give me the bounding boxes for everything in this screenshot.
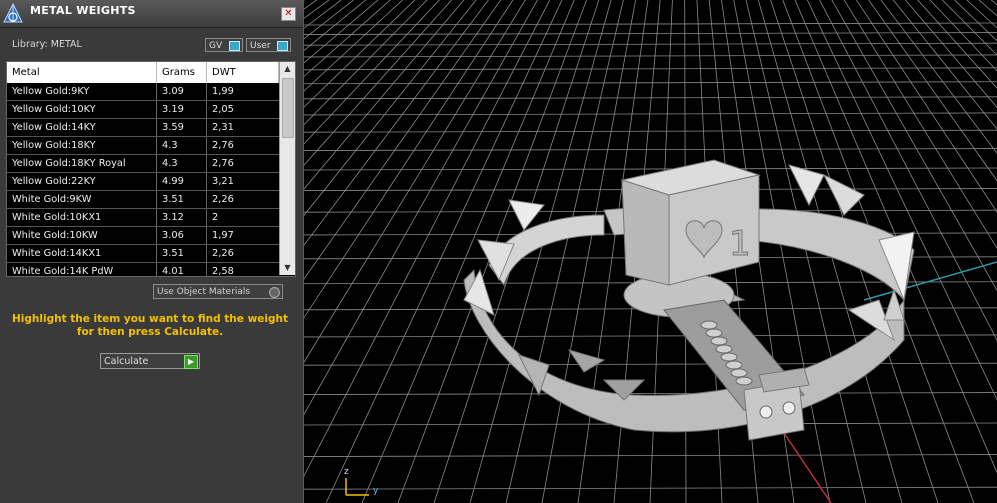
cell-dwt: 2,58 xyxy=(212,266,234,277)
cell-metal: White Gold:14KX1 xyxy=(7,245,157,262)
cell-dwt: 2,76 xyxy=(212,140,234,151)
table-row[interactable]: White Gold:9KW 3.51 2,26 xyxy=(7,191,279,209)
panel-titlebar[interactable]: METAL WEIGHTS ✕ xyxy=(0,0,303,28)
toggle-indicator-icon xyxy=(229,41,240,51)
cell-grams: 4.01 xyxy=(157,263,207,276)
table-row[interactable]: Yellow Gold:18KY 4.3 2,76 xyxy=(7,137,279,155)
column-header-dwt[interactable]: DWT xyxy=(207,62,279,83)
cell-dwt: 2,26 xyxy=(212,248,234,259)
cell-grams: 4.99 xyxy=(157,173,207,190)
calculate-button[interactable]: Calculate ▶ xyxy=(100,353,200,369)
cell-grams: 3.06 xyxy=(157,227,207,244)
cell-dwt: 1,97 xyxy=(212,230,234,241)
table-scrollbar[interactable]: ▲ ▼ xyxy=(279,62,295,275)
table-row[interactable]: White Gold:14K PdW 4.01 2,58 xyxy=(7,263,279,277)
3d-viewport[interactable]: 1 z y xyxy=(304,0,997,503)
cell-metal: White Gold:14K PdW xyxy=(7,263,157,276)
x-axis-line xyxy=(781,429,832,503)
cell-grams: 4.3 xyxy=(157,155,207,172)
library-label: Library: METAL xyxy=(12,39,82,50)
table-row[interactable]: Yellow Gold:14KY 3.59 2,31 xyxy=(7,119,279,137)
axis-label-z: z xyxy=(344,467,349,477)
gv-toggle-label: GV xyxy=(209,41,223,51)
cell-grams: 4.3 xyxy=(157,137,207,154)
gv-toggle[interactable]: GV xyxy=(205,38,243,52)
app-logo-icon xyxy=(3,2,23,23)
like-cube-model[interactable]: 1 xyxy=(620,159,761,286)
user-toggle[interactable]: User xyxy=(246,38,291,52)
cell-metal: Yellow Gold:14KY xyxy=(7,119,157,136)
metal-weights-panel: METAL WEIGHTS ✕ Library: METAL GV User M… xyxy=(0,0,304,503)
column-header-grams[interactable]: Grams xyxy=(157,62,207,83)
cell-grams: 3.51 xyxy=(157,245,207,262)
cell-dwt: 2 xyxy=(212,212,219,223)
scroll-thumb[interactable] xyxy=(282,78,294,138)
cell-grams: 3.19 xyxy=(157,101,207,118)
play-arrow-icon: ▶ xyxy=(184,355,198,369)
panel-title: METAL WEIGHTS xyxy=(30,4,136,17)
table-row[interactable]: Yellow Gold:18KY Royal 4.3 2,76 xyxy=(7,155,279,173)
cell-dwt: 2,76 xyxy=(212,158,234,169)
cell-dwt: 2,31 xyxy=(212,122,234,133)
cell-grams: 3.51 xyxy=(157,191,207,208)
table-row[interactable]: White Gold:10KX1 3.12 2 xyxy=(7,209,279,227)
cell-dwt: 3,21 xyxy=(212,176,234,187)
axis-label-y: y xyxy=(373,486,379,496)
close-button[interactable]: ✕ xyxy=(281,7,296,21)
use-object-materials-label: Use Object Materials xyxy=(157,287,251,297)
user-toggle-label: User xyxy=(250,41,271,51)
toggle-indicator-icon xyxy=(277,41,288,51)
cell-dwt: 1,99 xyxy=(212,86,234,97)
cell-metal: Yellow Gold:22KY xyxy=(7,173,157,190)
instructions-text: Highlight the item you want to find the … xyxy=(12,313,288,338)
metal-weights-table: Metal Grams DWT Yellow Gold:9KY 3.09 1,99 Y… xyxy=(6,61,296,277)
cell-grams: 3.09 xyxy=(157,83,207,100)
scroll-down-icon[interactable]: ▼ xyxy=(280,261,295,275)
cell-metal: Yellow Gold:9KY xyxy=(7,83,157,100)
badge-number: 1 xyxy=(729,224,751,264)
table-header: Metal Grams DWT xyxy=(7,62,279,83)
use-object-materials-toggle[interactable]: Use Object Materials xyxy=(153,284,283,299)
viewport-scene[interactable]: 1 z y xyxy=(304,0,997,503)
cell-metal: White Gold:10KX1 xyxy=(7,209,157,226)
radio-indicator-icon xyxy=(269,287,280,298)
cell-metal: Yellow Gold:18KY xyxy=(7,137,157,154)
cell-metal: White Gold:9KW xyxy=(7,191,157,208)
calculate-label: Calculate xyxy=(104,356,149,367)
cell-grams: 3.59 xyxy=(157,119,207,136)
axis-triad-icon: z y xyxy=(344,467,379,496)
cell-metal: Yellow Gold:18KY Royal xyxy=(7,155,157,172)
table-row[interactable]: White Gold:10KW 3.06 1,97 xyxy=(7,227,279,245)
table-body: Yellow Gold:9KY 3.09 1,99 Yellow Gold:10KY 3… xyxy=(7,83,279,277)
cell-dwt: 2,05 xyxy=(212,104,234,115)
cell-dwt: 2,26 xyxy=(212,194,234,205)
scroll-up-icon[interactable]: ▲ xyxy=(280,62,295,76)
cell-metal: White Gold:10KW xyxy=(7,227,157,244)
table-row[interactable]: Yellow Gold:22KY 4.99 3,21 xyxy=(7,173,279,191)
table-row[interactable]: White Gold:14KX1 3.51 2,26 xyxy=(7,245,279,263)
cell-grams: 3.12 xyxy=(157,209,207,226)
table-row[interactable]: Yellow Gold:9KY 3.09 1,99 xyxy=(7,83,279,101)
cell-metal: Yellow Gold:10KY xyxy=(7,101,157,118)
table-row[interactable]: Yellow Gold:10KY 3.19 2,05 xyxy=(7,101,279,119)
column-header-metal[interactable]: Metal xyxy=(7,62,157,83)
